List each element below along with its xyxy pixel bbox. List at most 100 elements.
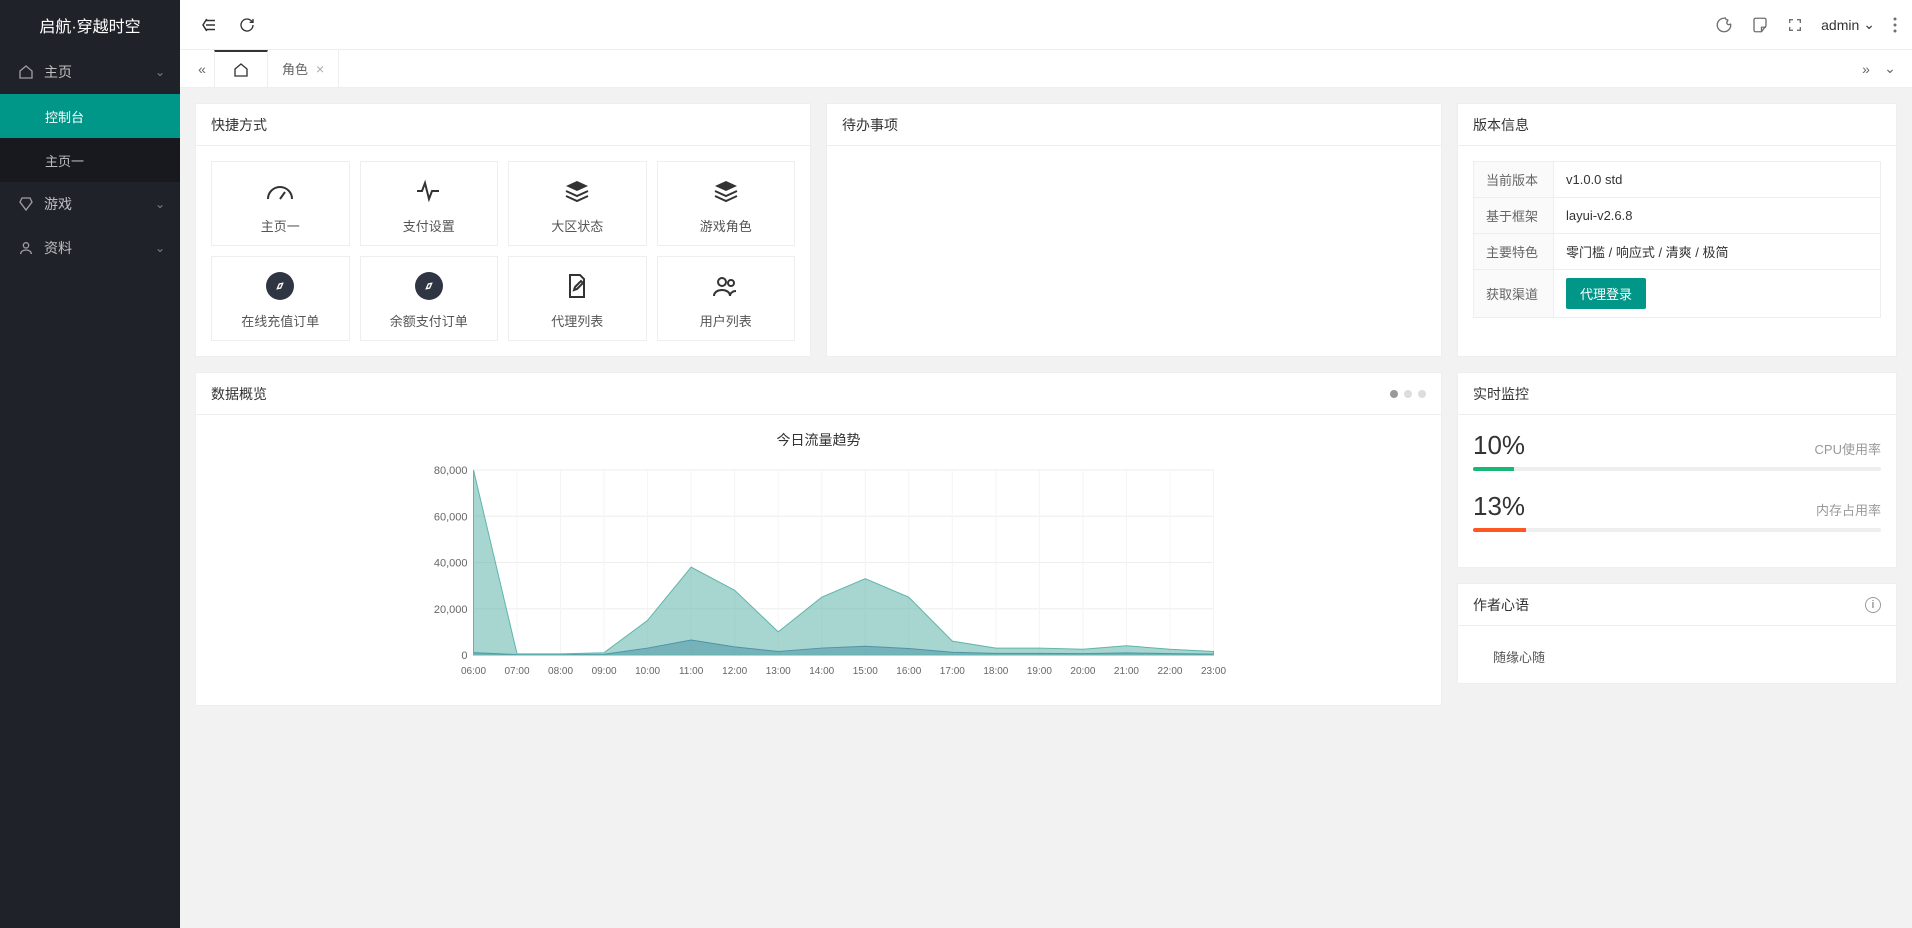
svg-text:21:00: 21:00 xyxy=(1114,666,1139,677)
svg-text:09:00: 09:00 xyxy=(592,666,617,677)
shortcuts-grid: 主页一 支付设置 大区状态 游戏角色 xyxy=(211,161,795,341)
svg-text:15:00: 15:00 xyxy=(853,666,878,677)
shortcut-agent-list[interactable]: 代理列表 xyxy=(508,256,647,341)
nav-item-console[interactable]: 控制台 xyxy=(0,94,180,138)
tab-next-button[interactable]: » xyxy=(1854,50,1878,88)
svg-text:17:00: 17:00 xyxy=(940,666,965,677)
layers-icon xyxy=(713,176,739,206)
shortcut-label: 游戏角色 xyxy=(700,216,752,235)
header: admin ⌄ xyxy=(180,0,1912,50)
card-title: 待办事项 xyxy=(842,115,898,135)
shortcut-label: 用户列表 xyxy=(700,311,752,330)
agent-login-button[interactable]: 代理登录 xyxy=(1566,278,1646,309)
data-overview-card: 数据概览 今日流量趋势 020,00040,00060,00080,00006:… xyxy=(195,372,1442,706)
shortcut-user-list[interactable]: 用户列表 xyxy=(657,256,796,341)
cpu-value: 10% xyxy=(1473,430,1525,461)
chevron-down-icon: ⌄ xyxy=(155,65,165,79)
nav-label: 主页 xyxy=(44,62,72,82)
mem-fill xyxy=(1473,528,1526,532)
svg-text:80,000: 80,000 xyxy=(434,465,468,477)
close-icon[interactable]: × xyxy=(316,61,324,77)
nav-item-home[interactable]: 主页 ⌄ xyxy=(0,50,180,94)
fullscreen-icon[interactable] xyxy=(1787,17,1803,33)
svg-text:22:00: 22:00 xyxy=(1157,666,1182,677)
theme-icon[interactable] xyxy=(1715,16,1733,34)
tab-home[interactable] xyxy=(214,50,268,88)
main: admin ⌄ « 角色 × » xyxy=(180,0,1912,928)
nav-label: 资料 xyxy=(44,238,72,258)
shortcut-game-role[interactable]: 游戏角色 xyxy=(657,161,796,246)
tab-label: 角色 xyxy=(282,59,308,78)
home-icon xyxy=(18,64,34,80)
compass-icon xyxy=(266,271,294,301)
nav-item-game[interactable]: 游戏 ⌄ xyxy=(0,182,180,226)
note-icon[interactable] xyxy=(1751,16,1769,34)
carousel-dot[interactable] xyxy=(1404,390,1412,398)
shortcut-label: 在线充值订单 xyxy=(241,311,319,330)
traffic-chart: 020,00040,00060,00080,00006:0007:0008:00… xyxy=(251,460,1396,680)
svg-text:23:00: 23:00 xyxy=(1201,666,1226,677)
svg-text:08:00: 08:00 xyxy=(548,666,573,677)
svg-text:12:00: 12:00 xyxy=(722,666,747,677)
app-logo: 启航·穿越时空 xyxy=(0,0,180,50)
info-icon[interactable]: i xyxy=(1865,597,1881,613)
file-edit-icon xyxy=(566,271,588,301)
tab-roles[interactable]: 角色 × xyxy=(268,50,339,88)
table-row: 获取渠道代理登录 xyxy=(1474,270,1881,318)
nav-sub-home: 控制台 主页一 xyxy=(0,94,180,182)
shortcut-label: 代理列表 xyxy=(551,311,603,330)
gauge-icon xyxy=(265,176,295,206)
nav: 主页 ⌄ 控制台 主页一 游戏 ⌄ xyxy=(0,50,180,928)
tabbar: « 角色 × » ⌄ xyxy=(180,50,1912,88)
version-current-label: 当前版本 xyxy=(1474,162,1554,198)
mem-label: 内存占用率 xyxy=(1816,500,1881,519)
svg-text:20,000: 20,000 xyxy=(434,604,468,616)
table-row: 当前版本v1.0.0 std xyxy=(1474,162,1881,198)
refresh-button[interactable] xyxy=(233,11,261,39)
version-features-label: 主要特色 xyxy=(1474,234,1554,270)
chevron-down-icon: ⌄ xyxy=(155,241,165,255)
sidebar-toggle-button[interactable] xyxy=(195,11,223,39)
card-title: 快捷方式 xyxy=(211,115,267,135)
card-title: 版本信息 xyxy=(1473,115,1529,135)
shortcut-online-orders[interactable]: 在线充值订单 xyxy=(211,256,350,341)
svg-text:19:00: 19:00 xyxy=(1027,666,1052,677)
diamond-icon xyxy=(18,196,34,212)
carousel-dot[interactable] xyxy=(1418,390,1426,398)
shortcuts-card: 快捷方式 主页一 支付设置 大区状态 xyxy=(195,103,811,357)
card-title: 实时监控 xyxy=(1473,384,1529,404)
nav-label: 控制台 xyxy=(45,107,84,126)
author-quote: 随缘心随 xyxy=(1473,641,1881,668)
user-menu[interactable]: admin ⌄ xyxy=(1821,16,1875,33)
cpu-progress: 10% CPU使用率 xyxy=(1473,430,1881,471)
table-row: 基于框架layui-v2.6.8 xyxy=(1474,198,1881,234)
version-card: 版本信息 当前版本v1.0.0 std 基于框架layui-v2.6.8 主要特… xyxy=(1457,103,1897,357)
svg-text:13:00: 13:00 xyxy=(766,666,791,677)
version-table: 当前版本v1.0.0 std 基于框架layui-v2.6.8 主要特色零门槛 … xyxy=(1473,161,1881,318)
svg-text:07:00: 07:00 xyxy=(505,666,530,677)
cpu-fill xyxy=(1473,467,1514,471)
cpu-label: CPU使用率 xyxy=(1815,439,1881,458)
user-name: admin xyxy=(1821,17,1859,33)
nav-item-material[interactable]: 资料 ⌄ xyxy=(0,226,180,270)
tab-prev-button[interactable]: « xyxy=(190,50,214,88)
chart-title: 今日流量趋势 xyxy=(211,430,1426,450)
carousel-dot[interactable] xyxy=(1390,390,1398,398)
todo-card: 待办事项 xyxy=(826,103,1442,357)
shortcut-balance-orders[interactable]: 余额支付订单 xyxy=(360,256,499,341)
tab-menu-button[interactable]: ⌄ xyxy=(1878,50,1902,88)
monitor-card: 实时监控 10% CPU使用率 13% 内存占用率 xyxy=(1457,372,1897,568)
shortcut-home1[interactable]: 主页一 xyxy=(211,161,350,246)
chevron-down-icon: ⌄ xyxy=(155,197,165,211)
svg-text:11:00: 11:00 xyxy=(679,666,704,677)
shortcut-zone-status[interactable]: 大区状态 xyxy=(508,161,647,246)
nav-label: 游戏 xyxy=(44,194,72,214)
nav-item-home1[interactable]: 主页一 xyxy=(0,138,180,182)
shortcut-label: 余额支付订单 xyxy=(390,311,468,330)
version-framework-label: 基于框架 xyxy=(1474,198,1554,234)
more-icon[interactable] xyxy=(1893,17,1897,33)
author-card: 作者心语 i 随缘心随 xyxy=(1457,583,1897,684)
card-title: 数据概览 xyxy=(211,384,267,404)
shortcut-pay-settings[interactable]: 支付设置 xyxy=(360,161,499,246)
svg-text:16:00: 16:00 xyxy=(896,666,921,677)
